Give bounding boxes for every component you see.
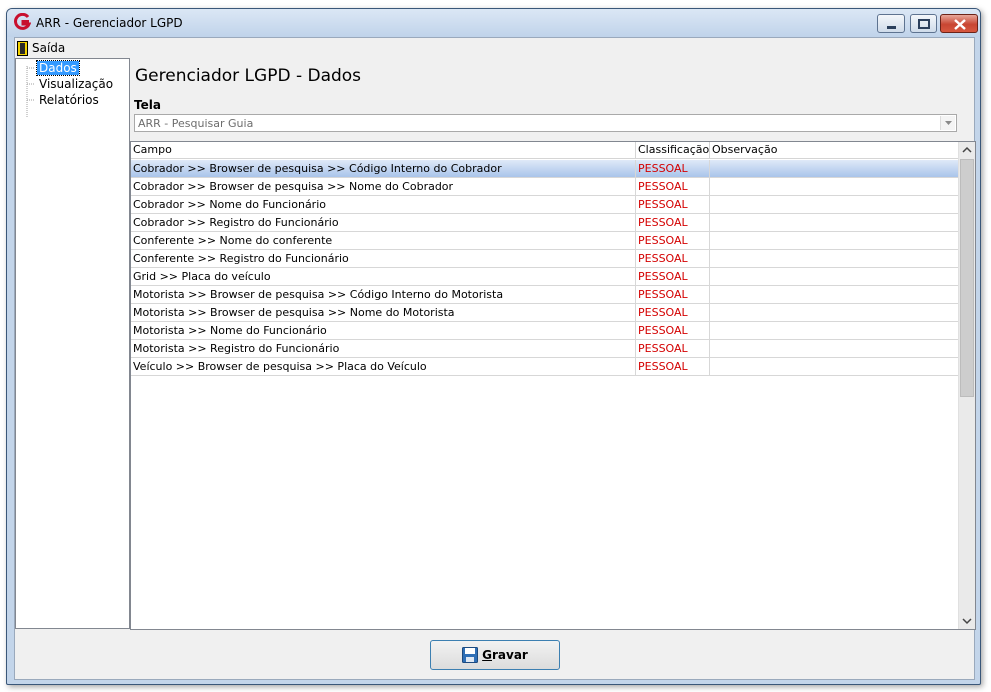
tree-item-relatorios[interactable]: Relatórios <box>37 93 101 107</box>
screen-label: Tela <box>134 98 161 112</box>
menu-bar: Saída <box>15 38 974 58</box>
floppy-disk-icon <box>462 647 479 663</box>
scroll-down-button[interactable] <box>959 612 975 629</box>
cell-observacao[interactable] <box>710 286 959 303</box>
maximize-icon <box>918 19 930 29</box>
cell-observacao[interactable] <box>710 232 959 249</box>
tree-item-dados[interactable]: Dados <box>36 60 80 76</box>
chevron-down-icon <box>962 618 972 625</box>
table-row[interactable]: Motorista >> Registro do Funcionário PESS… <box>131 340 959 358</box>
cell-campo[interactable]: Conferente >> Registro do Funcionário <box>131 250 636 267</box>
menu-exit[interactable]: Saída <box>17 39 65 57</box>
table-row[interactable]: Motorista >> Browser de pesquisa >> Nome… <box>131 304 959 322</box>
table-row[interactable]: Conferente >> Registro do Funcionário PES… <box>131 250 959 268</box>
exit-door-icon <box>17 40 28 56</box>
menu-exit-label: Saída <box>32 41 66 55</box>
table-row[interactable]: Cobrador >> Browser de pesquisa >> Nome … <box>131 178 959 196</box>
close-icon <box>954 19 966 30</box>
tree-item-visualizacao[interactable]: Visualização <box>37 77 115 91</box>
cell-observacao[interactable] <box>710 196 959 213</box>
cell-observacao[interactable] <box>710 358 959 375</box>
table-row[interactable]: Cobrador >> Browser de pesquisa >> Códig… <box>131 160 959 178</box>
screen-select[interactable]: ARR - Pesquisar Guia <box>134 114 957 132</box>
cell-classificacao[interactable]: PESSOAL <box>636 322 710 339</box>
screen-select-value: ARR - Pesquisar Guia <box>138 117 254 130</box>
table-row[interactable]: Motorista >> Browser de pesquisa >> Códi… <box>131 286 959 304</box>
cell-observacao[interactable] <box>710 250 959 267</box>
cell-classificacao[interactable]: PESSOAL <box>636 304 710 321</box>
column-header-campo[interactable]: Campo <box>131 142 636 159</box>
cell-classificacao[interactable]: PESSOAL <box>636 286 710 303</box>
cell-campo[interactable]: Motorista >> Registro do Funcionário <box>131 340 636 357</box>
page-title: Gerenciador LGPD - Dados <box>135 66 362 86</box>
cell-observacao[interactable] <box>710 268 959 285</box>
cell-campo[interactable]: Cobrador >> Nome do Funcionário <box>131 196 636 213</box>
app-window: ARR - Gerenciador LGPD Saída Dados Visua… <box>6 8 981 685</box>
cell-observacao[interactable] <box>710 178 959 195</box>
table-row[interactable]: Cobrador >> Registro do Funcionário PESSO… <box>131 214 959 232</box>
window-title: ARR - Gerenciador LGPD <box>36 16 183 30</box>
chevron-up-icon <box>962 146 972 153</box>
table-row[interactable]: Grid >> Placa do veículo PESSOAL <box>131 268 959 286</box>
minimize-button[interactable] <box>877 14 905 33</box>
cell-classificacao[interactable]: PESSOAL <box>636 214 710 231</box>
cell-classificacao[interactable]: PESSOAL <box>636 358 710 375</box>
table-row[interactable]: Cobrador >> Nome do Funcionário PESSOAL <box>131 196 959 214</box>
save-button-label: Gravar <box>482 648 528 662</box>
cell-campo[interactable]: Veículo >> Browser de pesquisa >> Placa … <box>131 358 636 375</box>
cell-campo[interactable]: Conferente >> Nome do conferente <box>131 232 636 249</box>
cell-campo[interactable]: Cobrador >> Browser de pesquisa >> Nome … <box>131 178 636 195</box>
cell-classificacao[interactable]: PESSOAL <box>636 232 710 249</box>
screen-select-dropdown-button[interactable] <box>940 116 955 130</box>
vertical-scrollbar[interactable] <box>958 142 975 629</box>
grid-header: Campo Classificação Observação <box>131 142 959 159</box>
cell-observacao[interactable] <box>710 340 959 357</box>
footer-bar: Gravar <box>15 630 974 679</box>
cell-classificacao[interactable]: PESSOAL <box>636 196 710 213</box>
cell-classificacao[interactable]: PESSOAL <box>636 178 710 195</box>
cell-observacao[interactable] <box>710 322 959 339</box>
cell-classificacao[interactable]: PESSOAL <box>636 268 710 285</box>
fields-grid[interactable]: Campo Classificação Observação Cobrador … <box>130 141 976 630</box>
cell-campo[interactable]: Motorista >> Browser de pesquisa >> Nome… <box>131 304 636 321</box>
cell-campo[interactable]: Cobrador >> Browser de pesquisa >> Códig… <box>131 160 636 177</box>
cell-campo[interactable]: Grid >> Placa do veículo <box>131 268 636 285</box>
close-button[interactable] <box>940 14 978 33</box>
save-button[interactable]: Gravar <box>430 640 560 670</box>
column-header-observacao[interactable]: Observação <box>710 142 959 159</box>
cell-observacao[interactable] <box>710 214 959 231</box>
scroll-thumb[interactable] <box>960 159 974 397</box>
table-row[interactable]: Motorista >> Nome do Funcionário PESSOAL <box>131 322 959 340</box>
cell-campo[interactable]: Motorista >> Nome do Funcionário <box>131 322 636 339</box>
table-row[interactable]: Conferente >> Nome do conferente PESSOAL <box>131 232 959 250</box>
cell-classificacao[interactable]: PESSOAL <box>636 340 710 357</box>
client-area: Saída Dados Visualização Relatórios Gere… <box>14 37 976 680</box>
save-button-label-rest: ravar <box>492 648 528 662</box>
save-button-accelerator: G <box>482 648 492 662</box>
column-header-classificacao[interactable]: Classificação <box>636 142 710 159</box>
cell-observacao[interactable] <box>710 304 959 321</box>
maximize-button[interactable] <box>910 14 937 33</box>
table-row[interactable]: Veículo >> Browser de pesquisa >> Placa … <box>131 358 959 376</box>
cell-classificacao[interactable]: PESSOAL <box>636 250 710 267</box>
scroll-up-button[interactable] <box>959 142 975 159</box>
chevron-down-icon <box>945 121 952 125</box>
title-bar[interactable]: ARR - Gerenciador LGPD <box>7 9 980 37</box>
cell-classificacao[interactable]: PESSOAL <box>636 160 710 177</box>
minimize-icon <box>887 26 896 29</box>
cell-campo[interactable]: Motorista >> Browser de pesquisa >> Códi… <box>131 286 636 303</box>
navigation-tree: Dados Visualização Relatórios <box>15 58 130 629</box>
cell-observacao[interactable] <box>710 160 959 177</box>
app-logo-icon <box>14 13 31 30</box>
cell-campo[interactable]: Cobrador >> Registro do Funcionário <box>131 214 636 231</box>
